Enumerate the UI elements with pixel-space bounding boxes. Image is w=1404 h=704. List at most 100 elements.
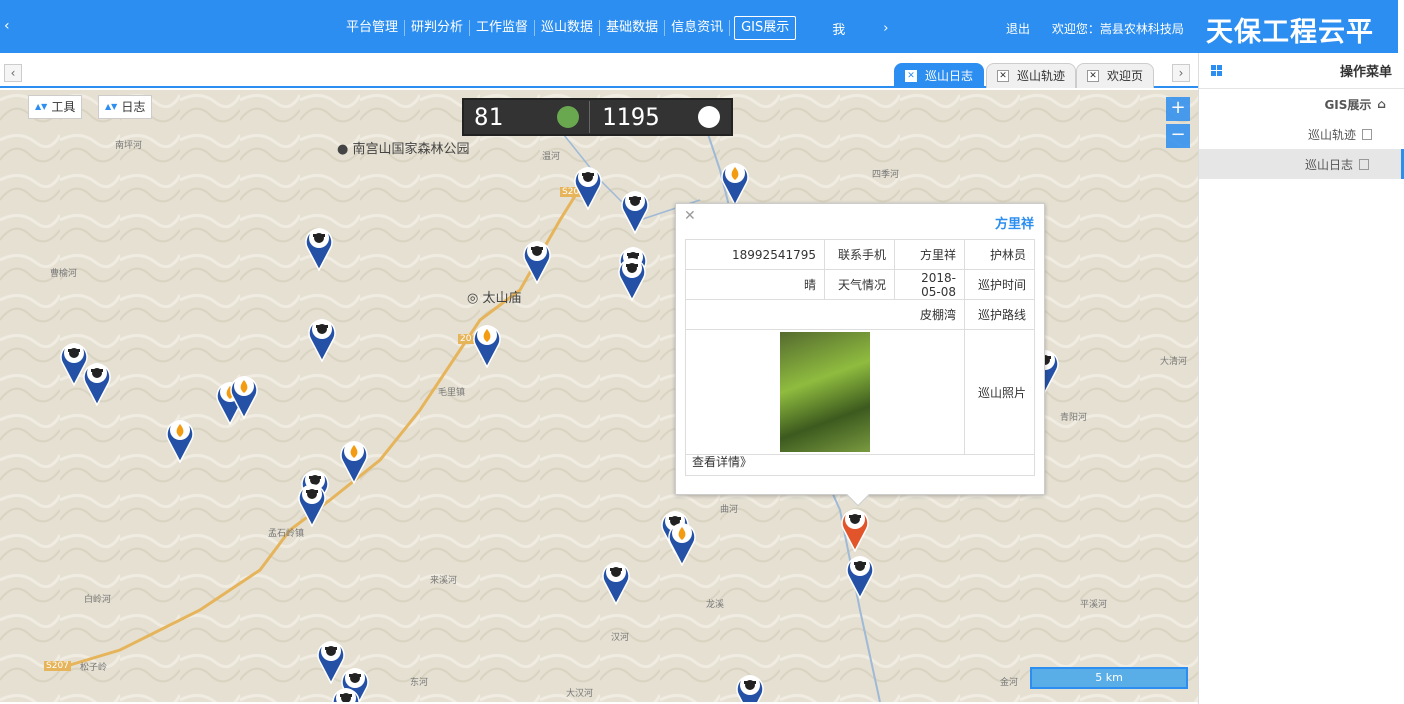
tools-label: 工具 [51,100,76,114]
close-icon[interactable]: ✕ [684,208,696,224]
sidebar-item-patrol-track[interactable]: 巡山轨迹 [1199,119,1390,149]
map-label: 金河 [1000,678,1019,688]
selected-ranger-marker-icon[interactable] [840,504,870,553]
tab-welcome[interactable]: ✕ 欢迎页 [1076,63,1155,88]
tabs-scroll-left-icon[interactable]: ‹ [4,64,22,82]
log-label: 日志 [121,100,146,114]
nav-base-data[interactable]: 基础数据 [600,20,666,36]
table-cell [685,329,965,455]
table-cell: 联系手机 [824,239,895,270]
zoom-in-button[interactable]: + [1166,97,1190,121]
nav-me[interactable]: 我 [832,19,845,38]
nav-gis[interactable]: GIS展示 [734,16,797,40]
chevron-right-icon[interactable]: › [883,21,888,36]
park-name: 南宫山国家森林公园 [352,142,470,157]
fire-marker-icon[interactable] [667,518,697,567]
tab-label: 巡山轨迹 [1017,68,1066,83]
ranger-marker-icon[interactable] [522,236,552,285]
table-cell: 巡山照片 [964,329,1035,455]
ranger-marker-icon[interactable] [845,551,875,600]
map-label: 南坪河 [115,141,143,151]
map-label: 曹榆河 [50,269,78,279]
ranger-marker-icon[interactable] [331,683,361,702]
tree-icon [556,106,579,128]
sort-arrows-icon: ▲▼ [35,102,48,111]
table-cell: 皮棚湾 [685,299,965,330]
sidebar-header: 操作菜单 [1199,53,1404,89]
map-label: 孟石岭镇 [268,529,305,539]
scale-bar: 5 km [1030,667,1188,689]
nav-news[interactable]: 信息资讯 [665,20,731,36]
park-label: ● 南宫山国家森林公园 [337,142,470,157]
nav-platform-admin[interactable]: 平台管理 [340,20,406,36]
map-label: 东河 [410,678,429,688]
chevron-left-icon[interactable]: ‹ [4,18,10,34]
map-label: 汉河 [611,633,630,643]
map-label: 毛里镇 [438,388,466,398]
map-label: 曲河 [720,505,739,515]
sidebar-group-gis[interactable]: GIS展示 ⌂ [1199,89,1404,119]
ranger-marker-icon[interactable] [297,479,327,528]
patrol-photo[interactable] [780,332,870,452]
map-label: 平溪河 [1080,600,1108,610]
nav-patrol-data[interactable]: 巡山数据 [535,20,601,36]
ranger-popup: ✕ 方里祥 护林员 方里祥 联系手机 18992541795 巡护时间 2018… [675,203,1045,507]
document-icon [1359,158,1369,170]
sort-arrows-icon: ▲▼ [105,102,118,111]
fire-marker-icon[interactable] [720,158,750,207]
log-dropdown[interactable]: ▲▼ 日志 [98,95,153,119]
temple-label: ◎ 太山庙 [467,291,522,306]
grid-icon[interactable] [1211,65,1222,76]
table-cell: 方里祥 [894,239,965,270]
tabs-bar: ‹ ✕ 欢迎页 ✕ 巡山轨迹 ✕ 巡山日志 › [0,60,1198,88]
logout-link[interactable]: 退出 [1006,22,1030,36]
ranger-marker-icon[interactable] [304,223,334,272]
fire-marker-icon[interactable] [339,436,369,485]
stats-panel: 81 1195 [462,98,733,136]
table-row: 巡护路线 皮棚湾 [685,299,1035,330]
map-label: 大汉河 [566,689,594,699]
ranger-marker-icon[interactable] [601,557,631,606]
map-label: 龙溪 [706,600,725,610]
table-cell: 天气情况 [824,269,895,300]
patrol-count: 1195 [601,103,660,131]
zoom-control: + − [1166,97,1190,151]
table-row: 巡山照片 [685,329,1035,455]
tab-patrol-track[interactable]: ✕ 巡山轨迹 [986,63,1077,88]
gis-map[interactable]: ▲▼ 工具 ▲▼ 日志 81 1195 + − ● 南宫山国家森林公园 ◎ 太山… [0,90,1198,702]
welcome-area: 退出 欢迎您：嵩县农林科技局 [1006,20,1184,37]
zoom-out-button[interactable]: − [1166,124,1190,148]
road-code: S207 [44,661,71,671]
ranger-marker-icon[interactable] [735,670,765,702]
table-cell: 晴 [685,269,825,300]
close-icon[interactable]: ✕ [905,70,917,82]
tab-patrol-log[interactable]: ✕ 巡山日志 [894,63,985,88]
fire-marker-icon[interactable] [229,371,259,420]
tools-dropdown[interactable]: ▲▼ 工具 [28,95,83,119]
sidebar: 操作菜单 GIS展示 ⌂ 巡山轨迹 巡山日志 [1198,53,1404,704]
sidebar-group-label: GIS展示 [1324,97,1372,112]
close-icon[interactable]: ✕ [997,70,1009,82]
nav-analysis[interactable]: 研判分析 [405,20,471,36]
map-label: 青阳河 [1060,413,1088,423]
table-cell: 巡护路线 [964,299,1035,330]
sidebar-item-label: 巡山日志 [1304,157,1353,172]
ranger-marker-icon[interactable] [82,358,112,407]
welcome-text: 欢迎您：嵩县农林科技局 [1051,22,1184,36]
tabs-scroll-right-icon[interactable]: › [1172,64,1190,82]
fire-marker-icon[interactable] [165,415,195,464]
table-cell: 2018-05-08 [894,269,965,300]
popup-table: 护林员 方里祥 联系手机 18992541795 巡护时间 2018-05-08… [685,239,1035,455]
sidebar-item-patrol-log[interactable]: 巡山日志 [1199,149,1404,179]
nav-supervision[interactable]: 工作监督 [470,20,536,36]
fire-marker-icon[interactable] [472,320,502,369]
ranger-marker-icon[interactable] [307,314,337,363]
table-row: 护林员 方里祥 联系手机 18992541795 [685,239,1035,270]
ranger-marker-icon[interactable] [617,253,647,302]
ranger-marker-icon[interactable] [620,186,650,235]
map-label: 来溪河 [430,576,458,586]
ranger-marker-icon[interactable] [573,162,603,211]
view-details-link[interactable]: 查看详情》 [685,448,1035,476]
close-icon[interactable]: ✕ [1087,70,1099,82]
main-nav: 平台管理 研判分析 工作监督 巡山数据 基础数据 信息资讯 GIS展示 我 › [340,15,888,41]
